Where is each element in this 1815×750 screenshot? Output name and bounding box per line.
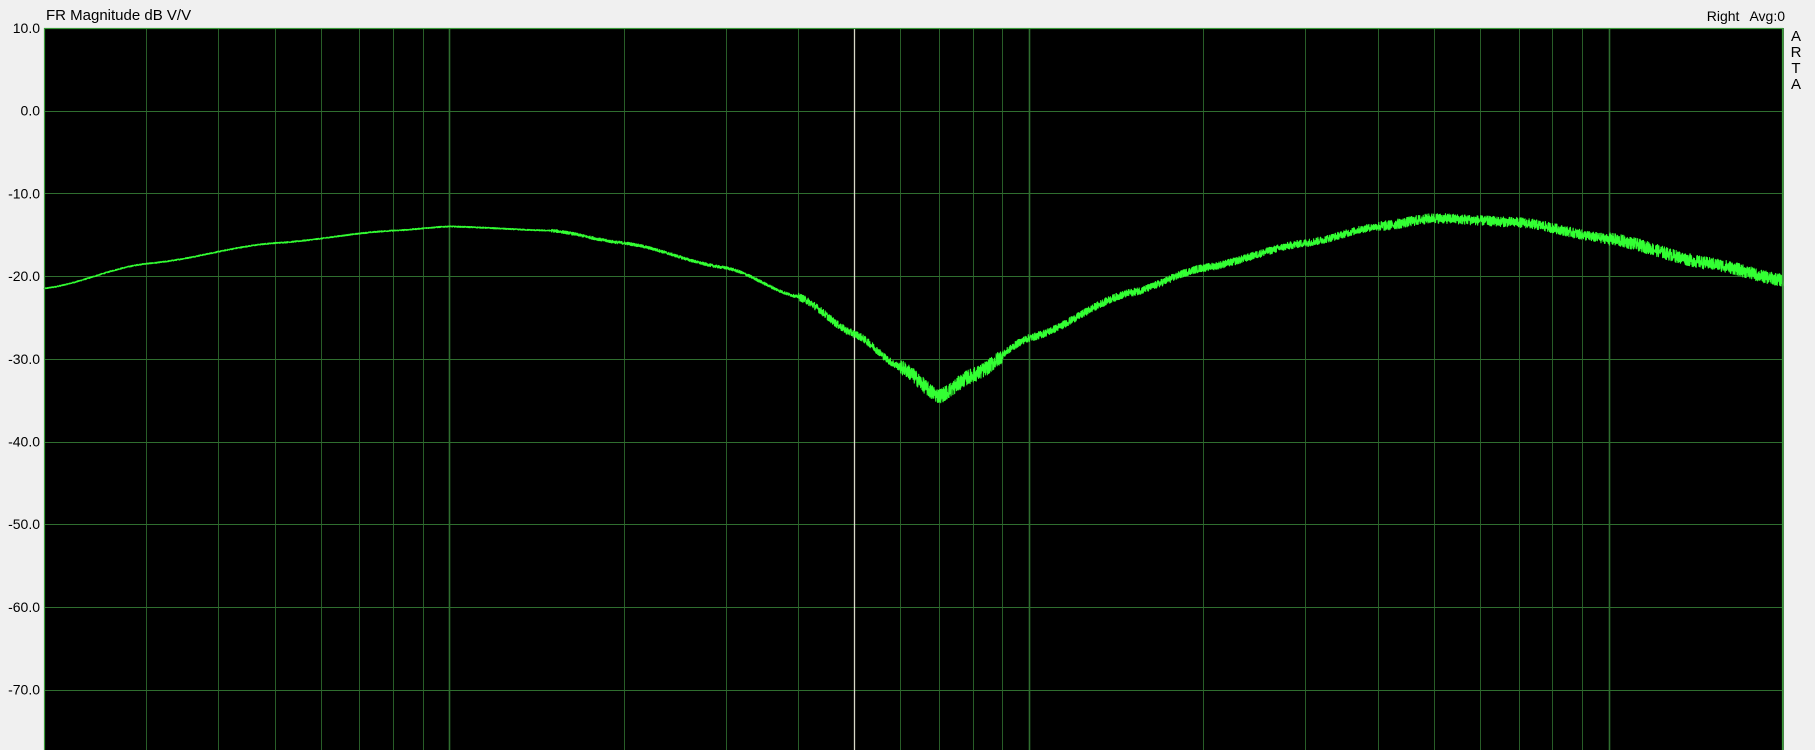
plot-area [44,28,1783,750]
y-tick-label: -50.0 [8,516,40,532]
y-tick-label: -60.0 [8,599,40,615]
y-tick-label: 10.0 [13,20,40,36]
y-tick-label: -20.0 [8,268,40,284]
y-tick-label: -40.0 [8,434,40,450]
y-tick-label: -70.0 [8,682,40,698]
y-tick-label: 0.0 [21,103,41,119]
y-tick-label: -30.0 [8,351,40,367]
frequency-response-chart[interactable]: 10.0 0.0 -10.0 -20.0 -30.0 -40.0 -50.0 -60.0 -70… [0,0,1815,750]
y-tick-label: -10.0 [8,185,40,201]
